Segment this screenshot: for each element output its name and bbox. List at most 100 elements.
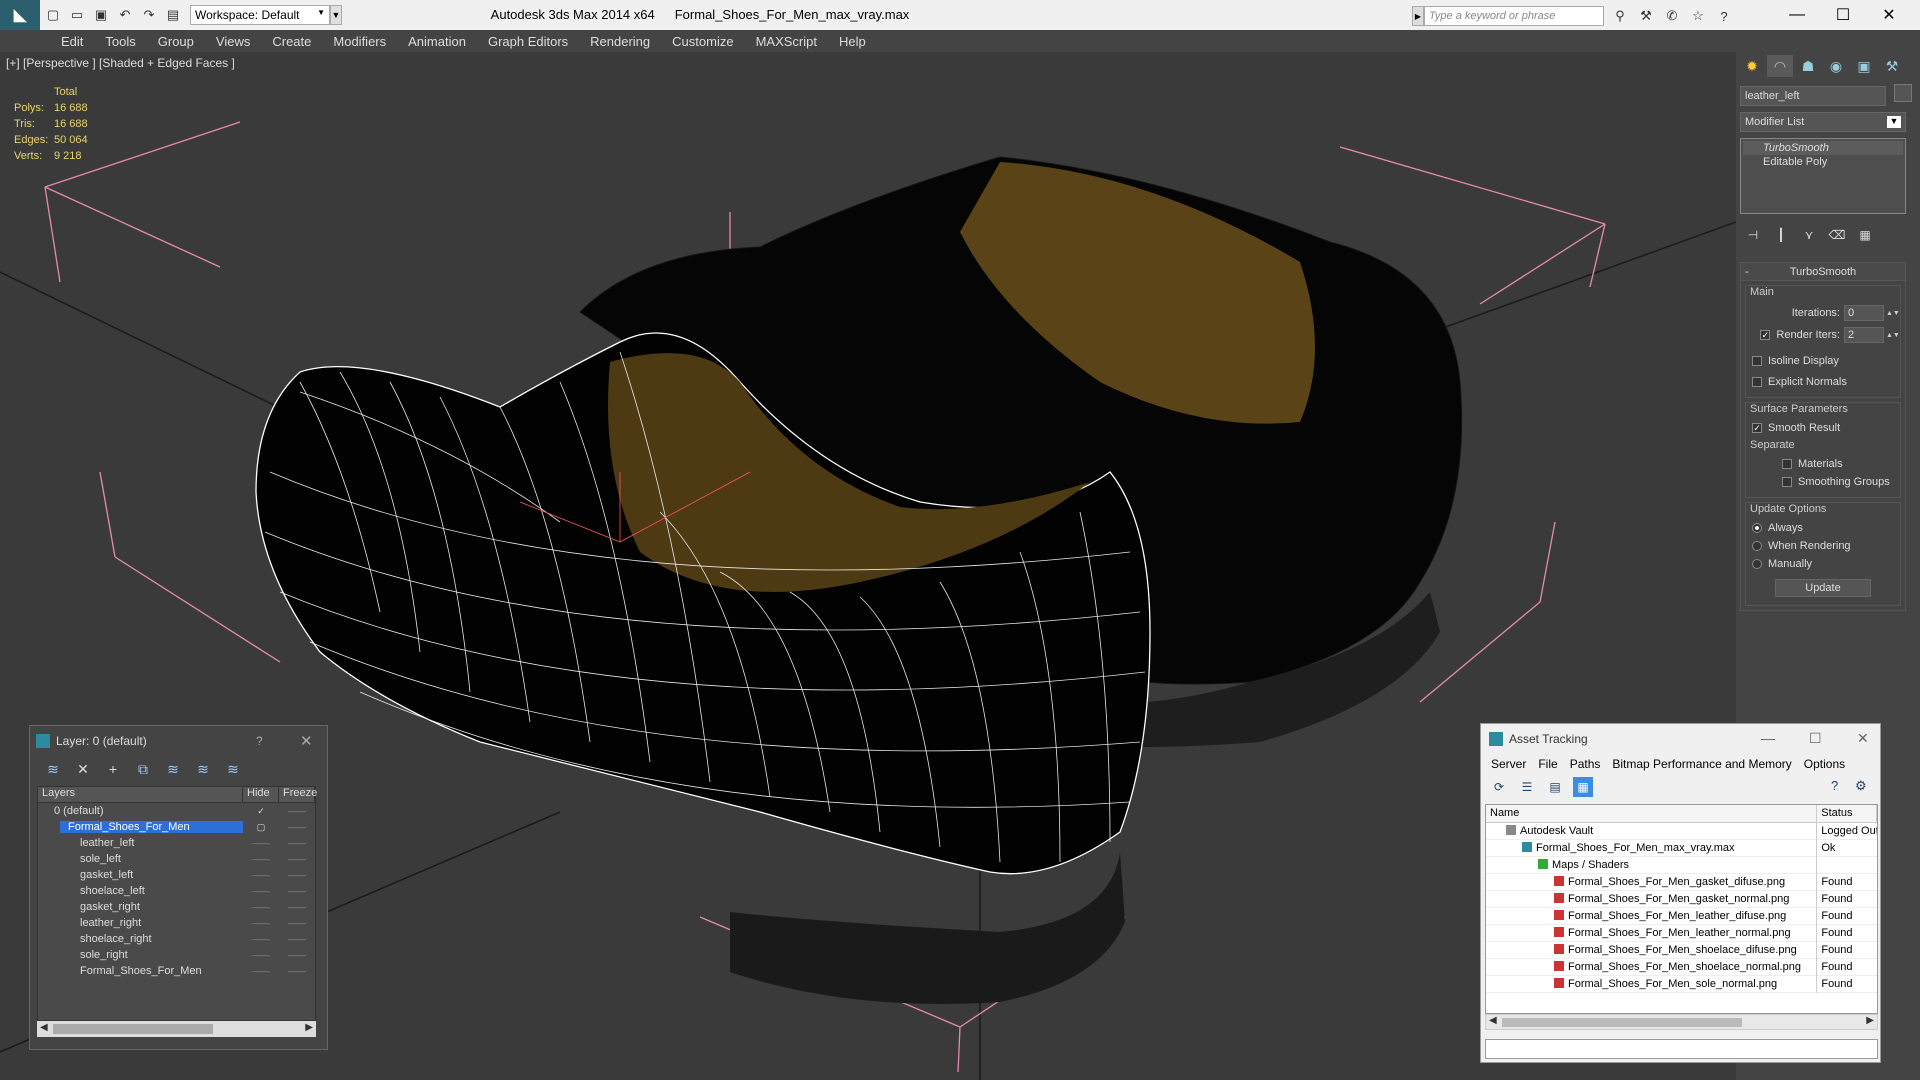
utilities-tab-icon[interactable]: ⚒ [1879, 55, 1905, 77]
col-status[interactable]: Status [1817, 805, 1877, 822]
asset-row[interactable]: Formal_Shoes_For_Men_max_vray.max Ok [1486, 839, 1877, 857]
close-icon[interactable]: ✕ [1857, 730, 1869, 747]
maximize-button[interactable]: ☐ [1820, 0, 1866, 30]
freeze-toggle[interactable]: —— [279, 806, 315, 816]
asset-row[interactable]: Formal_Shoes_For_Men_sole_normal.png Foun… [1486, 975, 1877, 993]
object-name-field[interactable]: leather_left [1740, 86, 1886, 106]
hide-toggle[interactable]: —— [243, 886, 279, 896]
layer-object-row[interactable]: leather_right —— —— [38, 915, 315, 931]
settings-gear-icon[interactable]: ⚙ [1855, 778, 1867, 794]
always-option[interactable]: Always [1752, 519, 1894, 537]
search-expand-icon[interactable]: ▶ [1412, 6, 1424, 26]
menu-customize[interactable]: Customize [661, 34, 744, 49]
explicit-normals-checkbox[interactable] [1752, 377, 1762, 387]
asset-menu-bitmap[interactable]: Bitmap Performance and Memory [1606, 757, 1797, 771]
hide-toggle[interactable]: ▢ [243, 822, 279, 833]
layer-panel-titlebar[interactable]: Layer: 0 (default) ? ✕ [30, 726, 327, 756]
menu-modifiers[interactable]: Modifiers [322, 34, 397, 49]
hide-toggle[interactable]: —— [243, 950, 279, 960]
scroll-thumb[interactable] [53, 1024, 213, 1034]
scroll-left-icon[interactable]: ◀ [40, 1022, 48, 1033]
motion-tab-icon[interactable]: ◉ [1823, 55, 1849, 77]
smoothing-groups-checkbox[interactable] [1782, 477, 1792, 487]
hierarchy-tab-icon[interactable]: ☗ [1795, 55, 1821, 77]
menu-maxscript[interactable]: MAXScript [745, 34, 828, 49]
asset-row[interactable]: Formal_Shoes_For_Men_shoelace_difuse.png… [1486, 941, 1877, 959]
when-rendering-radio[interactable] [1752, 541, 1762, 551]
hide-toggle[interactable]: —— [243, 918, 279, 928]
minimize-icon[interactable]: — [1761, 730, 1775, 746]
modify-tab-icon[interactable]: ◠ [1767, 55, 1793, 77]
freeze-toggle[interactable]: —— [279, 934, 315, 944]
asset-horizontal-scrollbar[interactable]: ◀ ▶ [1485, 1014, 1878, 1030]
scroll-right-icon[interactable]: ▶ [305, 1022, 313, 1033]
asset-row[interactable]: Formal_Shoes_For_Men_shoelace_normal.png… [1486, 958, 1877, 976]
scroll-left-icon[interactable]: ◀ [1489, 1015, 1497, 1026]
help-icon[interactable]: ? [1714, 6, 1734, 26]
asset-row[interactable]: Autodesk Vault Logged Out [1486, 822, 1877, 840]
menu-views[interactable]: Views [205, 34, 261, 49]
scroll-thumb[interactable] [1502, 1018, 1742, 1027]
layer-object-row[interactable]: shoelace_right —— —— [38, 931, 315, 947]
freeze-toggle[interactable]: —— [279, 902, 315, 912]
iterations-spinner[interactable]: 0 [1844, 305, 1884, 321]
hide-toggle[interactable]: —— [243, 838, 279, 848]
list-view-icon[interactable]: ☰ [1517, 777, 1537, 797]
layer-object-row[interactable]: leather_left —— —— [38, 835, 315, 851]
delete-layer-icon[interactable]: ✕ [74, 761, 92, 778]
menu-graph-editors[interactable]: Graph Editors [477, 34, 579, 49]
isoline-display-checkbox[interactable] [1752, 356, 1762, 366]
configure-sets-icon[interactable]: ▦ [1856, 226, 1874, 244]
viewport-label[interactable]: [+] [Perspective ] [Shaded + Edged Faces… [6, 56, 235, 70]
current-layer-check-icon[interactable]: ✓ [243, 806, 279, 817]
col-layers[interactable]: Layers [38, 787, 243, 802]
favorites-star-icon[interactable]: ☆ [1688, 6, 1708, 26]
col-name[interactable]: Name [1486, 805, 1818, 822]
layer-horizontal-scrollbar[interactable]: ◀ ▶ [37, 1021, 316, 1037]
layer-object-row[interactable]: shoelace_left —— —— [38, 883, 315, 899]
asset-menu-paths[interactable]: Paths [1564, 757, 1607, 771]
thumbnail-view-icon[interactable]: ▤ [1545, 777, 1565, 797]
freeze-all-layers-icon[interactable]: ≋ [224, 761, 242, 778]
spinner-arrows-icon[interactable]: ▲▼ [1886, 332, 1900, 339]
hide-toggle[interactable]: —— [243, 902, 279, 912]
layer-row-default[interactable]: 0 (default) ✓ —— [38, 803, 315, 819]
stack-item-turbosmooth[interactable]: TurboSmooth [1743, 141, 1903, 155]
asset-menu-server[interactable]: Server [1485, 757, 1532, 771]
freeze-toggle[interactable]: —— [279, 838, 315, 848]
maximize-icon[interactable]: ☐ [1809, 730, 1822, 747]
isoline-display-option[interactable]: Isoline Display [1752, 352, 1894, 370]
col-freeze[interactable]: Freeze [279, 787, 317, 802]
hide-all-layers-icon[interactable]: ≋ [194, 761, 212, 778]
create-tab-icon[interactable]: ✹ [1739, 55, 1765, 77]
add-to-layer-icon[interactable]: + [104, 761, 122, 777]
menu-tools[interactable]: Tools [94, 34, 146, 49]
asset-row[interactable]: Formal_Shoes_For_Men_leather_normal.png F… [1486, 924, 1877, 942]
materials-option[interactable]: Materials [1752, 455, 1894, 473]
smoothing-groups-option[interactable]: Smoothing Groups [1752, 473, 1894, 491]
menu-edit[interactable]: Edit [50, 34, 94, 49]
layer-object-row[interactable]: Formal_Shoes_For_Men —— —— [38, 963, 315, 979]
pin-stack-icon[interactable]: ⊣ [1744, 226, 1762, 244]
freeze-toggle[interactable]: —— [279, 886, 315, 896]
render-iters-checkbox[interactable]: ✓ [1760, 330, 1771, 340]
freeze-toggle[interactable]: —— [279, 950, 315, 960]
freeze-toggle[interactable]: —— [279, 966, 315, 976]
update-button[interactable]: Update [1775, 579, 1871, 597]
asset-menu-options[interactable]: Options [1798, 757, 1851, 771]
freeze-toggle[interactable]: —— [279, 870, 315, 880]
col-hide[interactable]: Hide [243, 787, 279, 802]
close-button[interactable]: ✕ [1866, 0, 1912, 30]
scroll-right-icon[interactable]: ▶ [1866, 1015, 1874, 1026]
manually-option[interactable]: Manually [1752, 555, 1894, 573]
smooth-result-checkbox[interactable]: ✓ [1752, 423, 1762, 433]
select-in-layer-icon[interactable]: ⧉ [134, 761, 152, 778]
help-icon[interactable]: ? [256, 734, 263, 748]
rollout-title[interactable]: - TurboSmooth [1741, 263, 1905, 281]
binoculars-icon[interactable]: ⚲ [1610, 6, 1630, 26]
freeze-toggle[interactable]: —— [279, 918, 315, 928]
manually-radio[interactable] [1752, 559, 1762, 569]
asset-row[interactable]: Formal_Shoes_For_Men_gasket_normal.png Fo… [1486, 890, 1877, 908]
hide-toggle[interactable]: —— [243, 966, 279, 976]
layer-object-row[interactable]: gasket_left —— —— [38, 867, 315, 883]
